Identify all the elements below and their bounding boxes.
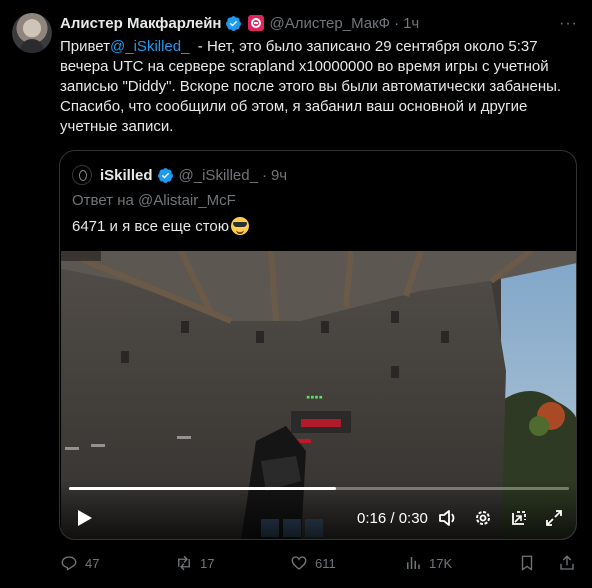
video-player[interactable]: ▪▪▪▪ 0:16 / 0:30 — [61, 251, 576, 539]
video-time: 0:16 / 0:30 — [357, 510, 428, 527]
action-bar: 47 17 611 17K — [60, 554, 580, 574]
reply-count: 47 — [85, 555, 100, 571]
svg-text:▪▪▪▪: ▪▪▪▪ — [306, 393, 323, 401]
retweet-icon — [178, 555, 190, 571]
separator: · — [261, 166, 267, 184]
verified-badge-icon — [226, 15, 242, 31]
volume-icon[interactable] — [438, 509, 458, 527]
quote-author-handle: @_iSkilled_ — [178, 166, 258, 184]
bookmark-button[interactable] — [518, 554, 543, 572]
like-count: 611 — [315, 555, 336, 571]
author-handle[interactable]: @Алистер_МакФ — [269, 15, 390, 32]
author-name[interactable]: Алистер Макфарлейн — [60, 15, 221, 32]
video-progress-fill — [69, 487, 336, 490]
picture-in-picture-icon[interactable] — [510, 509, 528, 527]
quote-header: iSkilled @_iSkilled_ · 9ч — [72, 165, 287, 185]
retweet-button[interactable]: 17 — [175, 554, 214, 572]
tweet-text-prefix: Привет — [60, 38, 111, 55]
reply-icon — [61, 556, 77, 571]
settings-gear-icon[interactable] — [474, 509, 492, 527]
quoted-tweet[interactable]: iSkilled @_iSkilled_ · 9ч Ответ на @Alis… — [59, 150, 577, 540]
sunglasses-emoji-icon — [231, 217, 250, 235]
quote-text-wrap: 6471 и я все еще стою — [72, 217, 250, 235]
like-button[interactable]: 611 — [290, 554, 336, 572]
author-avatar[interactable] — [12, 13, 52, 53]
tweet-time[interactable]: 1ч — [403, 15, 419, 32]
retweet-count: 17 — [200, 555, 215, 571]
heart-icon — [291, 556, 307, 570]
share-button[interactable] — [558, 554, 583, 572]
play-icon[interactable] — [77, 509, 93, 527]
mention-link[interactable]: @_iSkilled_ — [110, 38, 189, 55]
tweet-text: Привет@_iSkilled_ - Нет, это было записа… — [60, 37, 575, 137]
video-progress-bar[interactable] — [69, 487, 569, 490]
views-count: 17K — [429, 555, 453, 571]
quote-reply-to: Ответ на @Alistair_McF — [72, 192, 236, 209]
views-button[interactable]: 17K — [404, 554, 452, 572]
views-chart-icon — [407, 557, 420, 569]
share-icon — [560, 555, 574, 570]
quote-text: 6471 и я все еще стою — [72, 217, 230, 235]
tweet-header: Алистер Макфарлейн @Алистер_МакФ · 1ч — [60, 13, 419, 33]
affiliate-badge-icon — [248, 15, 265, 31]
separator: · — [394, 14, 400, 32]
reply-button[interactable]: 47 — [60, 554, 99, 572]
quote-avatar — [72, 165, 92, 185]
quote-time: 9ч — [270, 166, 288, 184]
verified-badge-icon — [157, 167, 173, 183]
fullscreen-icon[interactable] — [545, 509, 563, 527]
quote-author-name: iSkilled — [100, 166, 153, 184]
more-icon[interactable]: ··· — [559, 15, 578, 33]
bookmark-icon — [521, 555, 533, 571]
